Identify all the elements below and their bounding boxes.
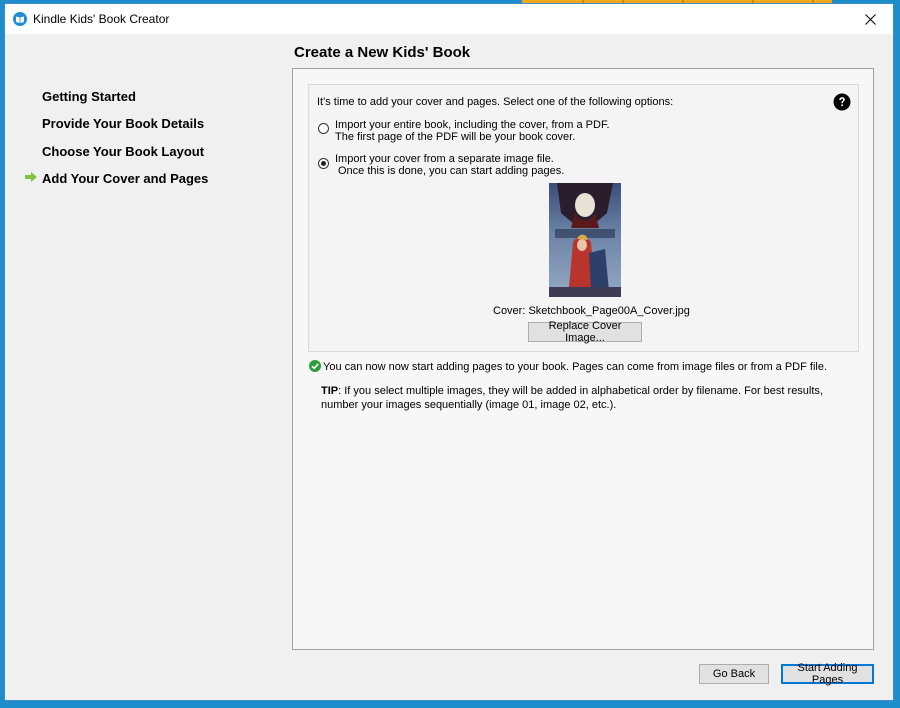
app-window: Kindle Kids' Book Creator Getting Starte… bbox=[4, 3, 894, 701]
option-pdf-line1: Import your entire book, including the c… bbox=[335, 119, 610, 131]
kindle-book-icon bbox=[13, 12, 27, 26]
window-title: Kindle Kids' Book Creator bbox=[33, 12, 170, 26]
radio-import-image[interactable] bbox=[318, 158, 329, 169]
step-add-cover-and-pages: Add Your Cover and Pages bbox=[42, 171, 209, 186]
page-title: Create a New Kids' Book bbox=[294, 44, 471, 61]
replace-cover-image-button[interactable]: Replace Cover Image... bbox=[528, 320, 642, 344]
question-circle-icon[interactable] bbox=[833, 93, 851, 111]
arrow-right-icon bbox=[25, 172, 37, 182]
import-options-panel: It's time to add your cover and pages. S… bbox=[308, 84, 859, 352]
step-getting-started: Getting Started bbox=[42, 89, 136, 104]
tip-body: : If you select multiple images, they wi… bbox=[321, 385, 823, 411]
title-bar: Kindle Kids' Book Creator bbox=[5, 4, 893, 34]
cover-filename-label: Cover: Sketchbook_Page00A_Cover.jpg bbox=[493, 305, 690, 317]
step-choose-book-layout: Choose Your Book Layout bbox=[42, 144, 205, 159]
step-provide-book-details: Provide Your Book Details bbox=[42, 116, 205, 131]
close-button[interactable] bbox=[847, 4, 893, 34]
tip-text: TIP: If you select multiple images, they… bbox=[321, 384, 861, 412]
start-adding-pages-button[interactable]: Start Adding Pages bbox=[781, 662, 874, 686]
option-image-line2: Once this is done, you can start adding … bbox=[338, 165, 565, 177]
radio-import-pdf[interactable] bbox=[318, 123, 329, 134]
option-pdf-line2: The first page of the PDF will be your b… bbox=[335, 131, 576, 143]
wizard-steps-sidebar: Getting Started Provide Your Book Detail… bbox=[5, 34, 285, 694]
tip-label: TIP bbox=[321, 385, 339, 397]
go-back-button[interactable]: Go Back bbox=[699, 664, 769, 684]
intro-text: It's time to add your cover and pages. S… bbox=[317, 96, 674, 108]
content-panel: It's time to add your cover and pages. S… bbox=[292, 68, 874, 650]
check-circle-icon bbox=[309, 360, 321, 372]
close-icon bbox=[864, 13, 876, 25]
status-message: You can now now start adding pages to yo… bbox=[323, 361, 828, 373]
cover-artwork bbox=[549, 183, 621, 297]
option-image-line1: Import your cover from a separate image … bbox=[335, 153, 554, 165]
cover-thumbnail bbox=[549, 183, 621, 297]
